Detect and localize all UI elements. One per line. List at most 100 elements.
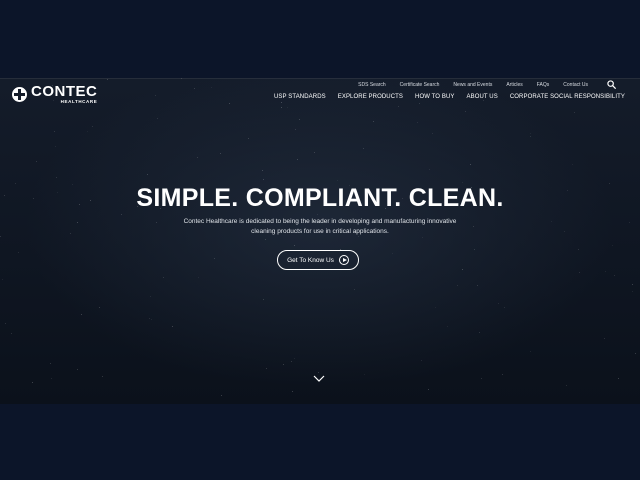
dust-particle	[263, 298, 265, 300]
dust-particle	[318, 371, 320, 373]
dust-particle	[0, 235, 2, 237]
main-nav-explore-products[interactable]: EXPLORE PRODUCTS	[338, 94, 403, 100]
dust-particle	[283, 363, 285, 365]
main-nav-how-to-buy[interactable]: HOW TO BUY	[415, 94, 454, 100]
dust-particle	[156, 117, 158, 119]
dust-particle	[419, 102, 421, 104]
dust-particle	[631, 283, 633, 285]
dust-particle	[612, 244, 614, 246]
brand-name: CONTEC	[31, 83, 98, 100]
dust-particle	[461, 268, 463, 270]
dust-particle	[363, 147, 365, 149]
dust-particle	[98, 307, 100, 309]
dust-particle	[579, 272, 581, 274]
dust-particle	[529, 135, 531, 137]
dust-particle	[609, 183, 611, 185]
dust-particle	[91, 125, 93, 127]
search-icon[interactable]	[607, 80, 616, 89]
get-to-know-us-button[interactable]: Get To Know Us	[277, 250, 359, 270]
dust-particle	[551, 220, 553, 222]
dust-particle	[480, 377, 482, 379]
dust-particle	[299, 118, 301, 120]
hero-headline: SIMPLE. COMPLIANT. CLEAN.	[136, 184, 504, 212]
dust-particle	[293, 245, 295, 247]
brand-subtitle: HEALTHCARE	[60, 99, 98, 104]
utility-nav-news-and-events[interactable]: News and Events	[453, 82, 492, 88]
dust-particle	[18, 251, 20, 253]
dust-particle	[106, 78, 108, 80]
dust-particle	[574, 111, 576, 113]
chevron-down-icon[interactable]	[313, 375, 325, 383]
dust-particle	[56, 176, 58, 178]
main-nav-corporate-social-responsibility[interactable]: CORPORATE SOCIAL RESPONSIBILITY	[510, 94, 625, 100]
bottom-letterbox	[0, 404, 640, 480]
dust-particle	[295, 128, 297, 130]
dust-particle	[628, 222, 630, 224]
dust-particle	[197, 277, 199, 279]
dust-particle	[146, 173, 148, 175]
dust-particle	[266, 367, 268, 369]
dust-particle	[163, 277, 164, 279]
dust-particle	[504, 307, 506, 309]
dust-particle	[316, 213, 318, 215]
dust-particle	[262, 170, 264, 172]
dust-particle	[613, 275, 615, 277]
dust-particle	[476, 285, 478, 287]
dust-particle	[280, 102, 282, 104]
dust-particle	[605, 270, 607, 272]
dust-particle	[470, 164, 472, 166]
dust-particle	[502, 374, 504, 376]
dust-particle	[292, 391, 294, 393]
play-icon	[338, 255, 349, 265]
dust-particle	[391, 253, 393, 255]
main-nav-usp-standards[interactable]: USP STANDARDS	[274, 94, 326, 100]
dust-particle	[421, 237, 423, 239]
dust-particle	[296, 159, 298, 161]
brand-logo[interactable]: CONTEC HEALTHCARE	[12, 84, 97, 105]
dust-particle	[603, 338, 605, 340]
dust-particle	[293, 358, 295, 360]
dust-particle	[287, 107, 289, 109]
hero-section	[0, 78, 640, 404]
utility-nav-articles[interactable]: Articles	[506, 82, 522, 88]
dust-particle	[10, 332, 12, 334]
dust-particle	[81, 314, 83, 316]
dust-particle	[149, 295, 151, 297]
utility-nav-sds-search[interactable]: SDS Search	[358, 82, 386, 88]
dust-particle	[631, 291, 633, 293]
dust-particle	[434, 307, 436, 309]
dust-particle	[263, 179, 265, 181]
utility-nav-faqs[interactable]: FAQs	[537, 82, 550, 88]
dust-particle	[54, 146, 56, 148]
dust-particle	[565, 385, 567, 387]
dust-particle	[151, 318, 152, 320]
dust-particle	[416, 122, 418, 124]
dust-particle	[478, 331, 480, 333]
contec-cross-icon	[12, 86, 27, 102]
utility-nav-certificate-search[interactable]: Certificate Search	[400, 82, 440, 88]
dust-particle	[462, 181, 464, 183]
dust-particle	[101, 376, 103, 378]
utility-nav-contact-us[interactable]: Contact Us	[563, 82, 588, 88]
dust-particle	[336, 180, 338, 182]
dust-particle	[497, 302, 499, 304]
dust-particle	[120, 213, 122, 215]
main-nav-about-us[interactable]: ABOUT US	[466, 94, 497, 100]
dust-particle	[197, 156, 199, 158]
dust-particle	[214, 258, 216, 260]
dust-particle	[564, 230, 566, 232]
dust-particle	[76, 369, 78, 371]
dust-particle	[431, 132, 433, 134]
dust-particle	[31, 382, 33, 384]
dust-particle	[291, 360, 293, 362]
dust-particle	[474, 248, 476, 250]
hero-background-particles	[0, 78, 640, 404]
dust-particle	[36, 161, 38, 163]
dust-particle	[77, 221, 79, 223]
dust-particle	[398, 105, 400, 107]
utility-nav: SDS Search Certificate Search News and E…	[344, 82, 588, 88]
header-divider	[0, 78, 640, 79]
dust-particle	[210, 86, 212, 88]
dust-particle	[50, 362, 52, 364]
dust-particle	[220, 153, 222, 155]
